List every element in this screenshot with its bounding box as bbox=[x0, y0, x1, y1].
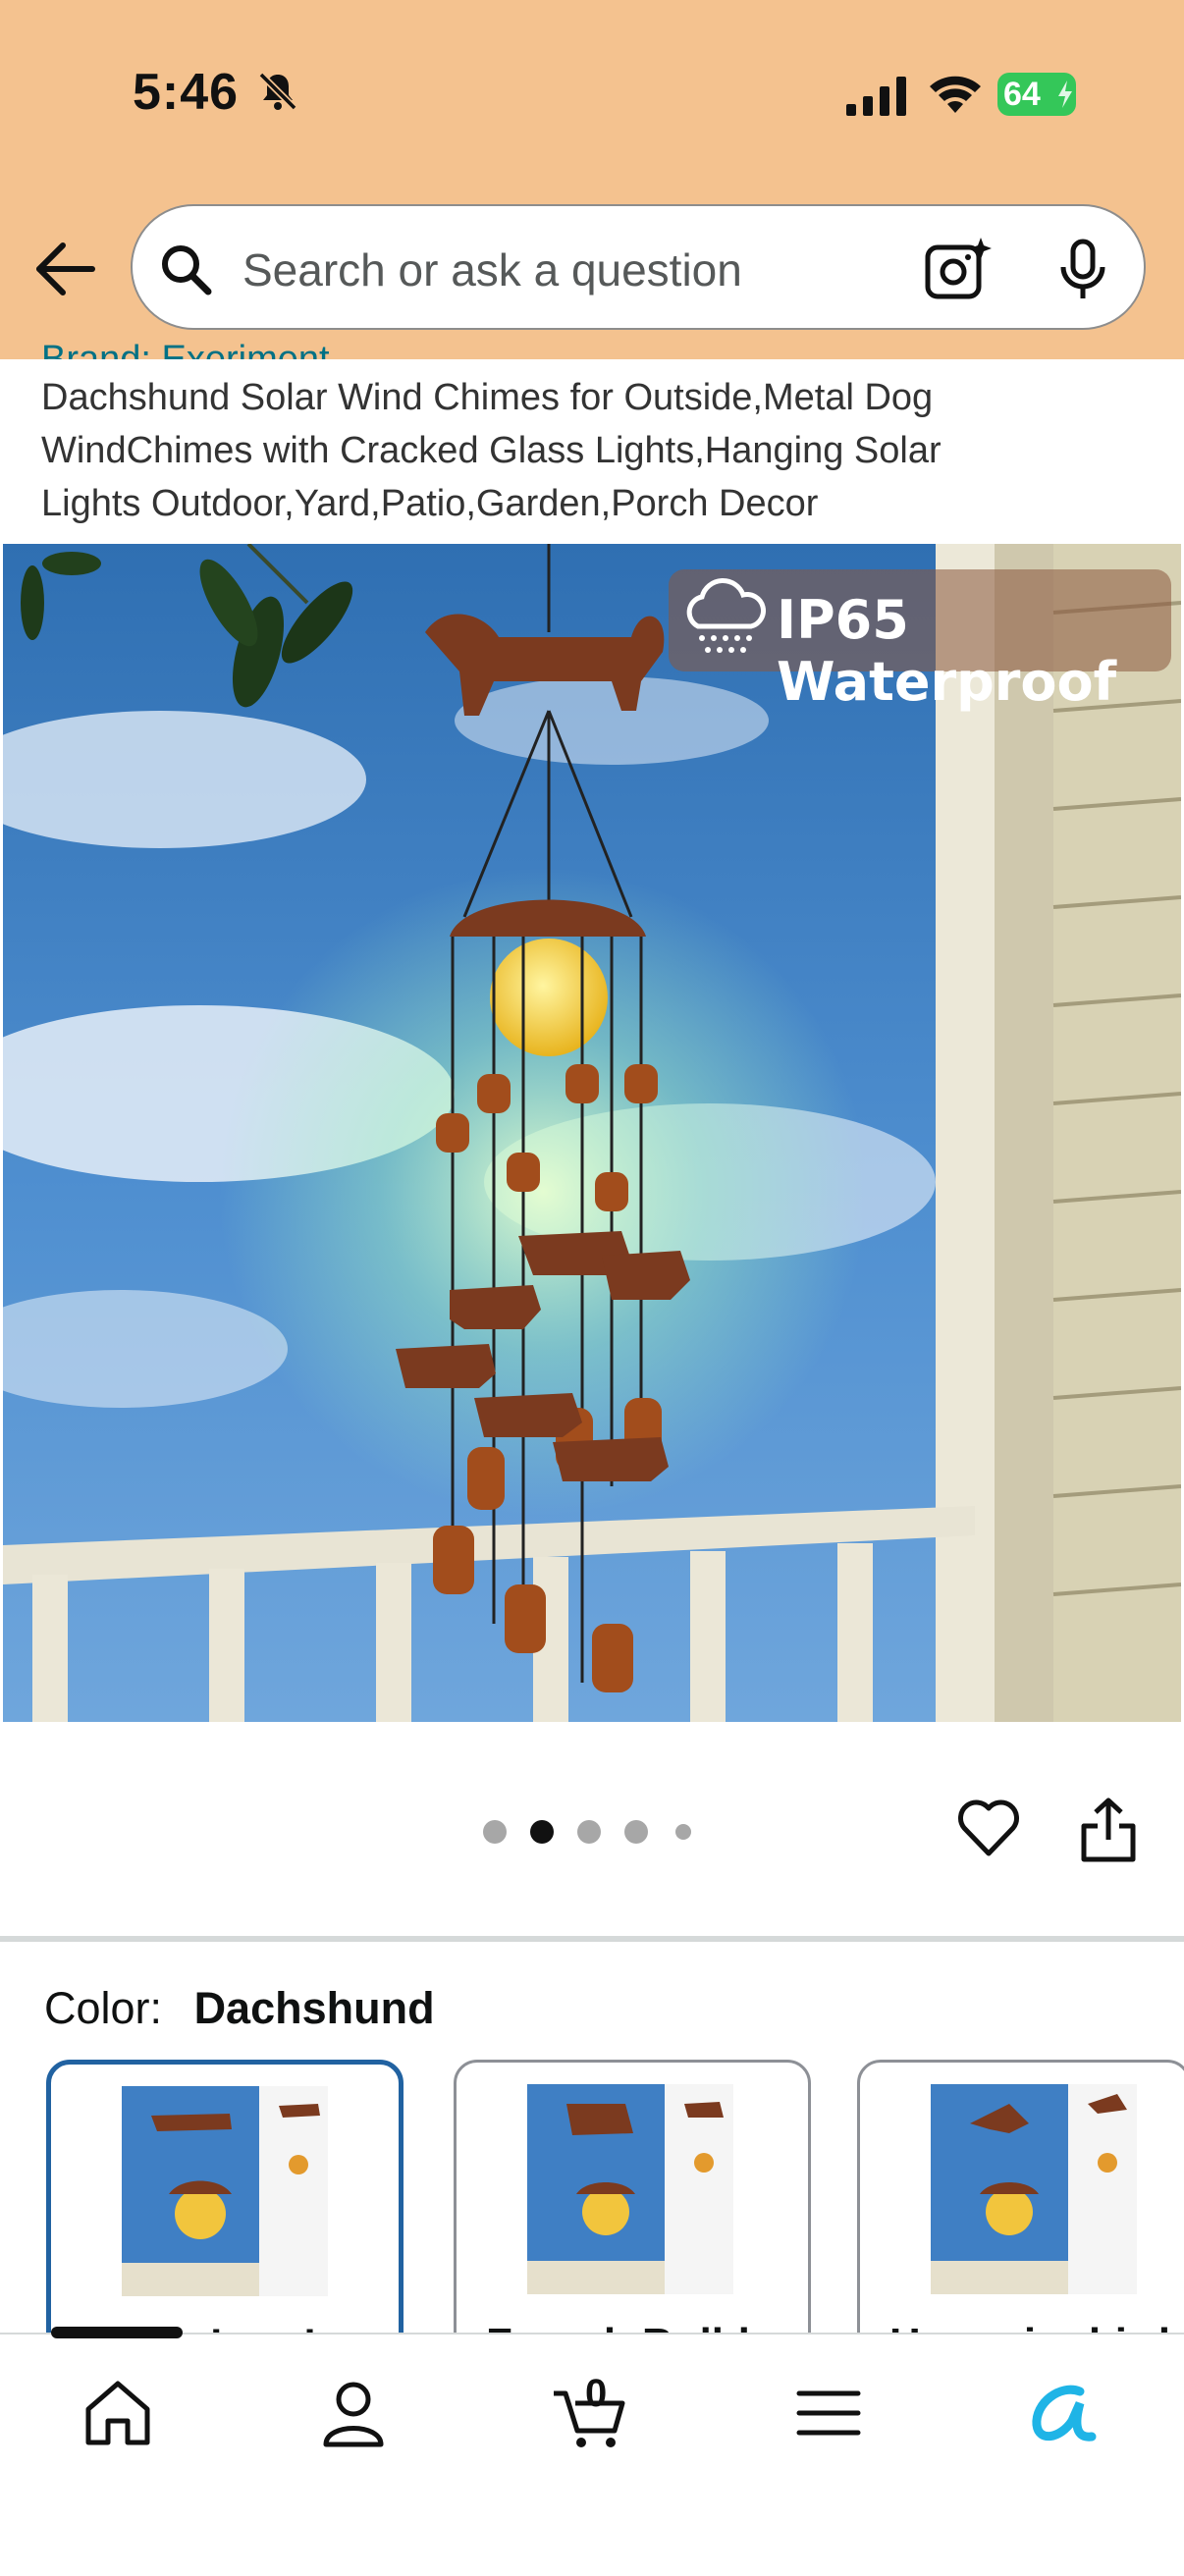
pagination-dot[interactable] bbox=[624, 1820, 648, 1844]
status-time: 5:46 bbox=[133, 64, 240, 121]
product-title: Dachshund Solar Wind Chimes for Outside,… bbox=[41, 371, 1141, 530]
product-title-line: WindChimes with Cracked Glass Lights,Han… bbox=[41, 430, 942, 471]
color-label: Color: bbox=[44, 1983, 163, 2033]
color-option-hummingbird[interactable]: Hummingbird bbox=[857, 2060, 1184, 2374]
swatch-thumbnail bbox=[122, 2086, 328, 2296]
color-selection-label: Color: Dachshund bbox=[44, 1983, 435, 2034]
waterproof-badge-text: IP65 Waterproof bbox=[777, 589, 1117, 713]
back-arrow-icon[interactable] bbox=[31, 240, 100, 298]
pagination-dot[interactable] bbox=[577, 1820, 601, 1844]
search-input[interactable]: Search or ask a question bbox=[242, 243, 742, 296]
brand-link[interactable]: Brand: Exeriment bbox=[41, 328, 330, 359]
section-divider bbox=[0, 1936, 1184, 1942]
product-title-line: Lights Outdoor,Yard,Patio,Garden,Porch D… bbox=[41, 483, 819, 524]
product-image[interactable]: IP65 Waterproof bbox=[3, 544, 1181, 1722]
cellular-signal-icon bbox=[846, 77, 906, 116]
active-tab-indicator bbox=[51, 2327, 183, 2338]
selected-color-value: Dachshund bbox=[193, 1983, 435, 2033]
menu-icon[interactable] bbox=[789, 2374, 868, 2452]
product-title-line: Dachshund Solar Wind Chimes for Outside,… bbox=[41, 377, 934, 418]
wifi-icon bbox=[930, 76, 981, 113]
rufus-ai-icon[interactable] bbox=[1021, 2374, 1100, 2452]
bottom-navigation-bar: 0 bbox=[0, 2327, 1184, 2576]
waterproof-badge: IP65 Waterproof bbox=[669, 569, 1171, 713]
cart-count: 0 bbox=[585, 2372, 608, 2415]
battery-level: 64 bbox=[1003, 76, 1041, 113]
swatch-thumbnail bbox=[527, 2084, 733, 2294]
search-bar[interactable]: Search or ask a question bbox=[131, 204, 1146, 330]
home-icon[interactable] bbox=[79, 2374, 157, 2452]
pagination-dot-active[interactable] bbox=[530, 1820, 554, 1844]
charging-bolt-icon bbox=[1058, 80, 1072, 108]
silent-bell-icon bbox=[258, 72, 297, 111]
color-option-french-bulldog[interactable]: French Bulldog bbox=[454, 2060, 811, 2374]
swatch-thumbnail bbox=[931, 2084, 1137, 2294]
heart-icon[interactable] bbox=[956, 1798, 1021, 1857]
search-icon bbox=[162, 245, 212, 295]
pagination-dot[interactable] bbox=[483, 1820, 507, 1844]
microphone-icon[interactable] bbox=[1055, 238, 1110, 302]
pagination-dot[interactable] bbox=[675, 1824, 691, 1840]
share-icon[interactable] bbox=[1078, 1797, 1139, 1863]
wind-chime-photo bbox=[3, 544, 1181, 1722]
rain-cloud-icon bbox=[686, 577, 766, 653]
app-header: 5:46 64 Search or ask a question bbox=[0, 0, 1184, 359]
battery-indicator: 64 bbox=[997, 73, 1076, 116]
image-pagination-dots[interactable] bbox=[483, 1820, 719, 1844]
account-icon[interactable] bbox=[314, 2374, 393, 2452]
cart-button[interactable]: 0 bbox=[550, 2372, 628, 2452]
camera-lens-icon[interactable] bbox=[924, 236, 993, 300]
